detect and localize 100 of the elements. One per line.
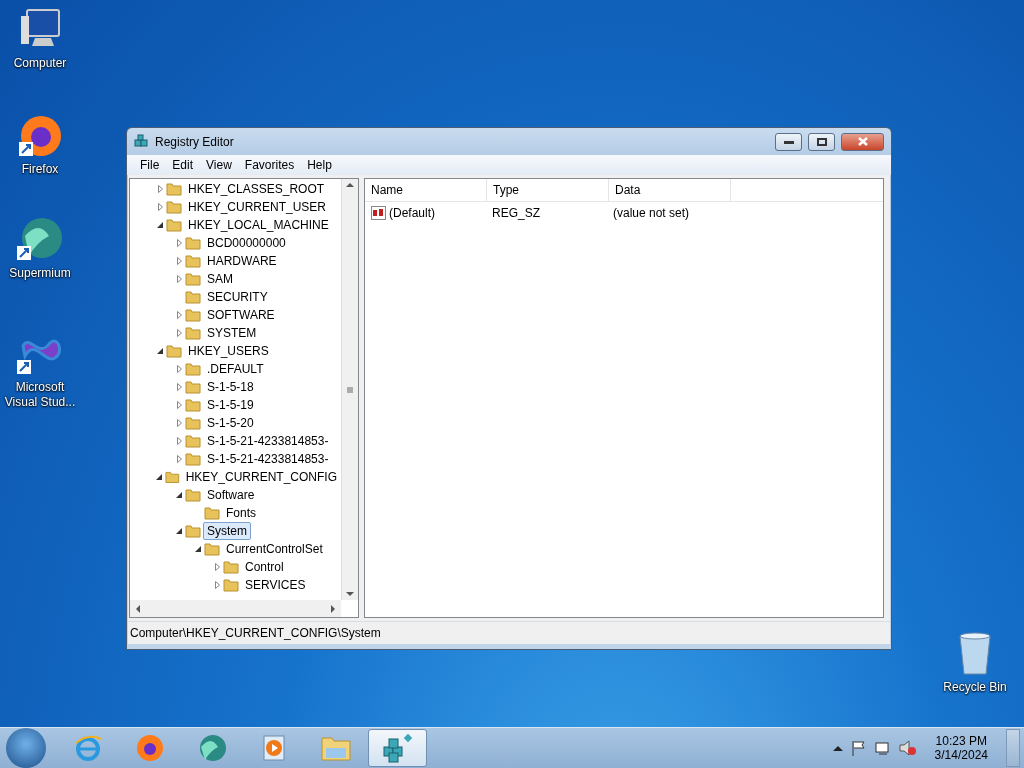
tree-item[interactable]: S-1-5-19 [203,396,258,414]
folder-icon [185,361,201,377]
firefox-icon [134,733,165,763]
show-hidden-icons-icon[interactable] [832,745,843,751]
tree-item[interactable]: SAM [203,270,237,288]
tree-item[interactable]: S-1-5-21-4233814853- [203,450,333,468]
expand-arrow-icon[interactable] [176,239,182,247]
tree-item[interactable]: System [203,522,251,540]
desktop-icon-label[interactable]: Computer [13,56,67,71]
horizontal-scrollbar[interactable] [130,600,341,617]
folder-icon [185,235,201,251]
registry-cubes-icon [134,133,150,150]
muted-speaker-icon[interactable] [898,740,917,756]
menu-item[interactable]: Help [301,156,339,174]
expand-arrow-icon[interactable] [157,203,163,211]
desktop-icon-label[interactable]: Microsoft Visual Stud... [0,380,80,410]
expand-arrow-icon[interactable] [176,311,182,319]
collapse-arrow-icon[interactable] [176,528,182,534]
tree-item[interactable]: HKEY_USERS [184,342,273,360]
tree-item[interactable]: SOFTWARE [203,306,279,324]
minimize-button[interactable] [775,132,802,151]
folder-icon [185,325,201,341]
folder-icon [185,289,201,305]
tree-item[interactable]: S-1-5-21-4233814853- [203,432,333,450]
tree-item[interactable]: Fonts [222,504,260,522]
menu-item[interactable]: View [200,156,239,174]
vertical-scrollbar[interactable] [341,179,358,600]
tree-item[interactable]: HARDWARE [203,252,281,270]
value-name[interactable]: (Default) [389,205,435,220]
tree-item[interactable]: SERVICES [241,576,310,594]
value-data: (value not set) [612,205,691,220]
clock[interactable]: 10:23 PM 3/14/2024 [924,734,998,762]
show-desktop-button[interactable] [1006,729,1020,767]
column-header[interactable]: Data [609,179,731,201]
folder-icon [166,217,182,233]
expand-arrow-icon[interactable] [176,275,182,283]
maximize-button[interactable] [808,132,835,151]
tree-item[interactable]: S-1-5-18 [203,378,258,396]
value-type: REG_SZ [491,205,541,220]
desktop-icon-label[interactable]: Recycle Bin [943,680,1007,695]
menu-item[interactable]: Edit [166,156,201,174]
collapse-arrow-icon[interactable] [176,492,182,498]
media-player-icon [260,734,287,762]
folder-icon [166,199,182,215]
column-header[interactable]: Name [365,179,487,201]
tree-item[interactable]: HKEY_LOCAL_MACHINE [184,216,333,234]
collapse-arrow-icon[interactable] [156,474,163,480]
menu-item[interactable]: File [134,156,167,174]
folder-icon [185,433,201,449]
desktop-icon-label[interactable]: Supermium [9,266,71,281]
folder-icon [223,559,239,575]
flag-icon[interactable] [850,740,867,756]
tree-item[interactable]: CurrentControlSet [222,540,327,558]
expand-arrow-icon[interactable] [214,581,220,589]
tree-item[interactable]: HKEY_CLASSES_ROOT [184,180,329,198]
expand-arrow-icon[interactable] [176,401,182,409]
tree-item[interactable]: S-1-5-20 [203,414,258,432]
folder-icon [166,181,182,197]
expand-arrow-icon[interactable] [214,563,220,571]
folder-icon [185,379,201,395]
folder-icon [166,343,182,359]
string-value-icon [371,205,386,220]
expand-arrow-icon[interactable] [176,365,182,373]
close-button[interactable] [841,132,884,151]
tree-item[interactable]: Control [241,558,288,576]
collapse-arrow-icon[interactable] [195,546,201,552]
window-title: Registry Editor [155,134,235,149]
start-button[interactable] [6,728,46,768]
expand-arrow-icon[interactable] [176,419,182,427]
folder-icon [185,307,201,323]
column-header[interactable]: Type [487,179,609,201]
scroll-left-arrow-icon[interactable] [134,604,142,613]
maximize-icon [816,137,827,146]
folder-icon [185,415,201,431]
network-icon[interactable] [874,740,891,756]
tree-item[interactable]: HKEY_CURRENT_CONFIG [181,468,341,486]
collapse-arrow-icon[interactable] [157,348,163,354]
tree-item[interactable]: SECURITY [203,288,272,306]
recycle-bin-icon [957,632,993,676]
folder-icon [165,469,180,485]
minimize-icon [783,139,794,144]
tree-item[interactable]: SYSTEM [203,324,261,342]
collapse-arrow-icon[interactable] [157,222,163,228]
scroll-right-arrow-icon[interactable] [329,604,337,613]
tree-item[interactable]: BCD00000000 [203,234,290,252]
expand-arrow-icon[interactable] [157,185,163,193]
folder-icon [185,253,201,269]
folder-icon [223,577,239,593]
scroll-grip-icon[interactable] [346,385,354,394]
expand-arrow-icon[interactable] [176,455,182,463]
desktop-icon-label[interactable]: Firefox [21,162,59,177]
tree-item[interactable]: .DEFAULT [203,360,268,378]
taskbar-app[interactable] [368,729,427,767]
expand-arrow-icon[interactable] [176,257,182,265]
expand-arrow-icon[interactable] [176,383,182,391]
menu-item[interactable]: Favorites [238,156,302,174]
tree-item[interactable]: Software [203,486,259,504]
tree-item[interactable]: HKEY_CURRENT_USER [184,198,331,216]
expand-arrow-icon[interactable] [176,437,182,445]
expand-arrow-icon[interactable] [176,329,182,337]
